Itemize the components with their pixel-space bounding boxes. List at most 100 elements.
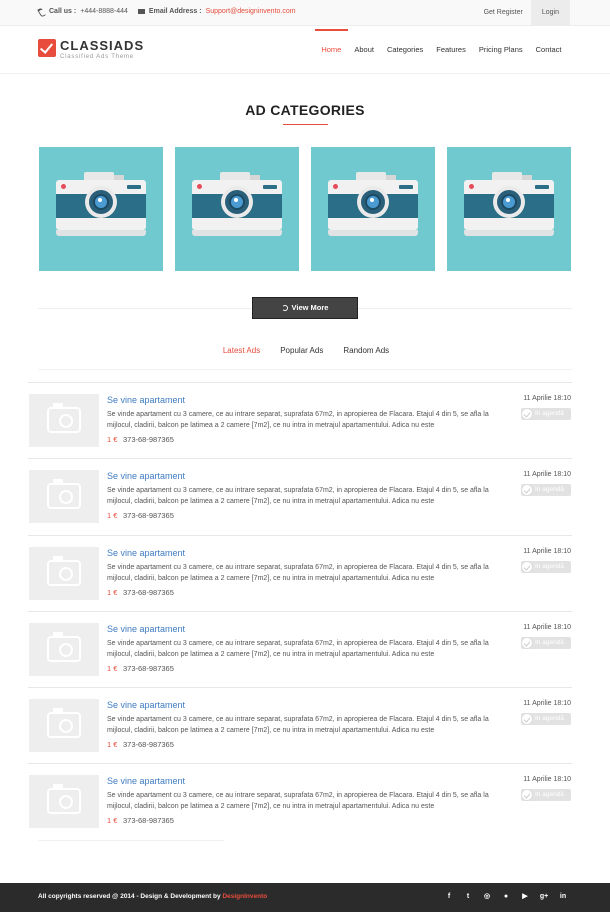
tab-random-ads[interactable]: Random Ads <box>341 346 389 355</box>
ad-description: Se vinde apartament cu 3 camere, ce au i… <box>107 487 489 505</box>
list-item[interactable]: Se vine apartament Se vinde apartament cu… <box>28 687 572 763</box>
camera-icon <box>47 479 81 509</box>
view-more-label: View More <box>291 303 329 312</box>
category-tile[interactable] <box>447 147 571 271</box>
ad-description: Se vinde apartament cu 3 camere, ce au i… <box>107 411 489 429</box>
footer-brand-link[interactable]: DesignInvento <box>222 893 267 900</box>
section-title: AD CATEGORIES <box>245 102 365 118</box>
logo-brand-b: ADS <box>113 38 145 53</box>
camera-icon <box>56 172 146 238</box>
category-tile[interactable] <box>175 147 299 271</box>
camera-icon <box>47 708 81 738</box>
main-nav: Home About Categories Features Pricing P… <box>314 26 568 74</box>
ad-thumbnail[interactable] <box>29 623 99 676</box>
title-underline <box>283 124 328 125</box>
ad-thumbnail[interactable] <box>29 394 99 447</box>
ad-thumbnail[interactable] <box>29 470 99 523</box>
nav-item-features[interactable]: Features <box>430 26 473 74</box>
list-item[interactable]: Se vine apartament Se vinde apartament cu… <box>28 458 572 534</box>
email-label: Email Address : <box>148 8 202 15</box>
status-label: In agendă <box>535 410 564 417</box>
camera-icon <box>47 556 81 586</box>
divider <box>38 840 224 841</box>
linkedin-icon[interactable]: in <box>558 892 568 902</box>
ad-title[interactable]: Se vine apartament <box>107 548 185 558</box>
nav-item-home[interactable]: Home <box>314 26 348 74</box>
flickr-icon[interactable]: ● <box>501 892 511 902</box>
logo-brand: CLASSIADS <box>60 39 144 52</box>
nav-item-contact[interactable]: Contact <box>529 26 568 74</box>
ad-date: 11 Aprilie 18:10 <box>523 548 571 555</box>
ad-price: 1 € <box>107 740 118 749</box>
view-more-button[interactable]: View More <box>252 297 358 319</box>
camera-icon <box>47 784 81 814</box>
nav-item-categories[interactable]: Categories <box>380 26 429 74</box>
logo-tagline: Classified Ads Theme <box>60 54 134 60</box>
list-item[interactable]: Se vine apartament Se vinde apartament cu… <box>28 611 572 687</box>
ad-title[interactable]: Se vine apartament <box>107 700 185 710</box>
status-badge[interactable]: In agendă <box>521 637 571 649</box>
status-badge[interactable]: In agendă <box>521 713 571 725</box>
facebook-icon[interactable]: f <box>444 892 454 902</box>
ad-date: 11 Aprilie 18:10 <box>523 624 571 631</box>
email-link[interactable]: Support@designinvento.com <box>206 8 296 15</box>
camera-icon <box>47 403 81 433</box>
nav-item-pricing-plans[interactable]: Pricing Plans <box>472 26 529 74</box>
category-tile[interactable] <box>311 147 435 271</box>
ad-title[interactable]: Se vine apartament <box>107 776 185 786</box>
auth-links: Get Register Login <box>476 0 570 26</box>
twitter-icon[interactable]: t <box>463 892 473 902</box>
copyright: All copyrights reserved @ 2014 - Design … <box>38 893 267 900</box>
ad-title[interactable]: Se vine apartament <box>107 395 185 405</box>
googleplus-icon[interactable]: g+ <box>539 892 549 902</box>
list-item[interactable]: Se vine apartament Se vinde apartament cu… <box>28 535 572 611</box>
call-value: +444-8888-444 <box>80 8 128 15</box>
site-footer: All copyrights reserved @ 2014 - Design … <box>0 883 610 912</box>
ad-title[interactable]: Se vine apartament <box>107 471 185 481</box>
social-links: f t ◎ ● ▶ g+ in <box>444 892 568 902</box>
login-link[interactable]: Login <box>530 0 570 26</box>
list-item[interactable]: Se vine apartament Se vinde apartament cu… <box>28 763 572 839</box>
status-label: In agendă <box>535 639 564 646</box>
mail-icon <box>137 8 145 15</box>
ad-phone: 373-68-987365 <box>123 588 174 597</box>
ad-phone: 373-68-987365 <box>123 664 174 673</box>
dribbble-icon[interactable]: ◎ <box>482 892 492 902</box>
status-badge[interactable]: In agendă <box>521 789 571 801</box>
ad-date: 11 Aprilie 18:10 <box>523 471 571 478</box>
status-badge[interactable]: In agendă <box>521 408 571 420</box>
tab-popular-ads[interactable]: Popular Ads <box>278 346 323 355</box>
check-icon <box>521 713 533 725</box>
ad-price: 1 € <box>107 588 118 597</box>
check-icon <box>521 561 533 573</box>
camera-icon <box>192 172 282 238</box>
tab-latest-ads[interactable]: Latest Ads <box>221 346 260 355</box>
ad-phone: 373-68-987365 <box>123 511 174 520</box>
category-tile[interactable] <box>39 147 163 271</box>
email-info: Email Address : Support@designinvento.co… <box>137 8 296 15</box>
youtube-icon[interactable]: ▶ <box>520 892 530 902</box>
contact-info: Call us : +444-8888-444 Email Address : … <box>38 8 296 15</box>
status-badge[interactable]: In agendă <box>521 484 571 496</box>
nav-item-about[interactable]: About <box>348 26 381 74</box>
ad-phone: 373-68-987365 <box>123 816 174 825</box>
ad-date: 11 Aprilie 18:10 <box>523 700 571 707</box>
ad-price: 1 € <box>107 664 118 673</box>
ad-title[interactable]: Se vine apartament <box>107 624 185 634</box>
status-badge[interactable]: In agendă <box>521 561 571 573</box>
status-label: In agendă <box>535 715 564 722</box>
ad-thumbnail[interactable] <box>29 775 99 828</box>
list-item[interactable]: Se vine apartament Se vinde apartament cu… <box>28 382 572 458</box>
site-logo[interactable]: CLASSIADS Classified Ads Theme <box>38 39 144 60</box>
refresh-icon <box>281 305 288 311</box>
ad-description: Se vinde apartament cu 3 camere, ce au i… <box>107 792 489 810</box>
ad-date: 11 Aprilie 18:10 <box>523 395 571 402</box>
ad-thumbnail[interactable] <box>29 547 99 600</box>
ad-thumbnail[interactable] <box>29 699 99 752</box>
ad-phone: 373-68-987365 <box>123 435 174 444</box>
divider <box>38 369 572 370</box>
check-icon <box>521 789 533 801</box>
register-link[interactable]: Get Register <box>476 0 531 26</box>
ad-price: 1 € <box>107 435 118 444</box>
check-icon <box>521 637 533 649</box>
